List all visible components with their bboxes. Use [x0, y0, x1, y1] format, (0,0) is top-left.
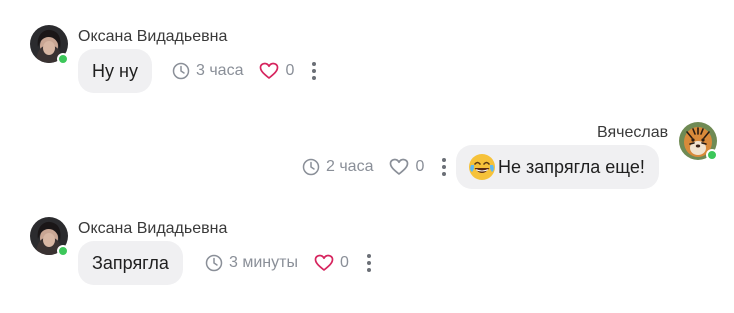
message-time: 3 минуты	[229, 254, 298, 271]
like-count: 0	[339, 254, 349, 271]
more-options-icon[interactable]	[438, 156, 450, 178]
online-status-dot	[57, 245, 69, 257]
online-status-dot	[57, 53, 69, 65]
message-time: 2 часа	[326, 158, 374, 175]
message-text: Запрягла	[92, 252, 169, 273]
message-time: 3 часа	[196, 62, 244, 79]
author-name[interactable]: Оксана Видадьевна	[78, 220, 227, 238]
more-options-icon[interactable]	[308, 60, 320, 82]
message-meta: 3 минуты 0	[205, 252, 375, 274]
clock-icon	[205, 254, 223, 272]
clock-icon	[302, 158, 320, 176]
more-options-icon[interactable]	[363, 252, 375, 274]
message-bubble[interactable]: Ну ну	[78, 49, 152, 93]
like-heart-icon[interactable]	[389, 158, 409, 176]
message-text: Не запрягла еще!	[498, 156, 645, 177]
online-status-dot	[706, 149, 718, 161]
clock-icon	[172, 62, 190, 80]
author-name[interactable]: Оксана Видадьевна	[78, 28, 227, 46]
message-bubble[interactable]: Запрягла	[78, 241, 183, 285]
message-meta: 2 часа 0	[302, 156, 450, 178]
message-meta: 3 часа 0	[172, 60, 320, 82]
author-name[interactable]: Вячеслав	[597, 124, 668, 142]
message-text: Ну ну	[92, 60, 138, 81]
like-count: 0	[415, 158, 425, 175]
like-heart-icon[interactable]	[259, 62, 279, 80]
like-heart-icon[interactable]	[314, 254, 334, 272]
message-bubble[interactable]: Не запрягла еще!	[456, 145, 659, 189]
like-count: 0	[285, 62, 295, 79]
face-with-tears-of-joy-icon	[468, 153, 496, 181]
